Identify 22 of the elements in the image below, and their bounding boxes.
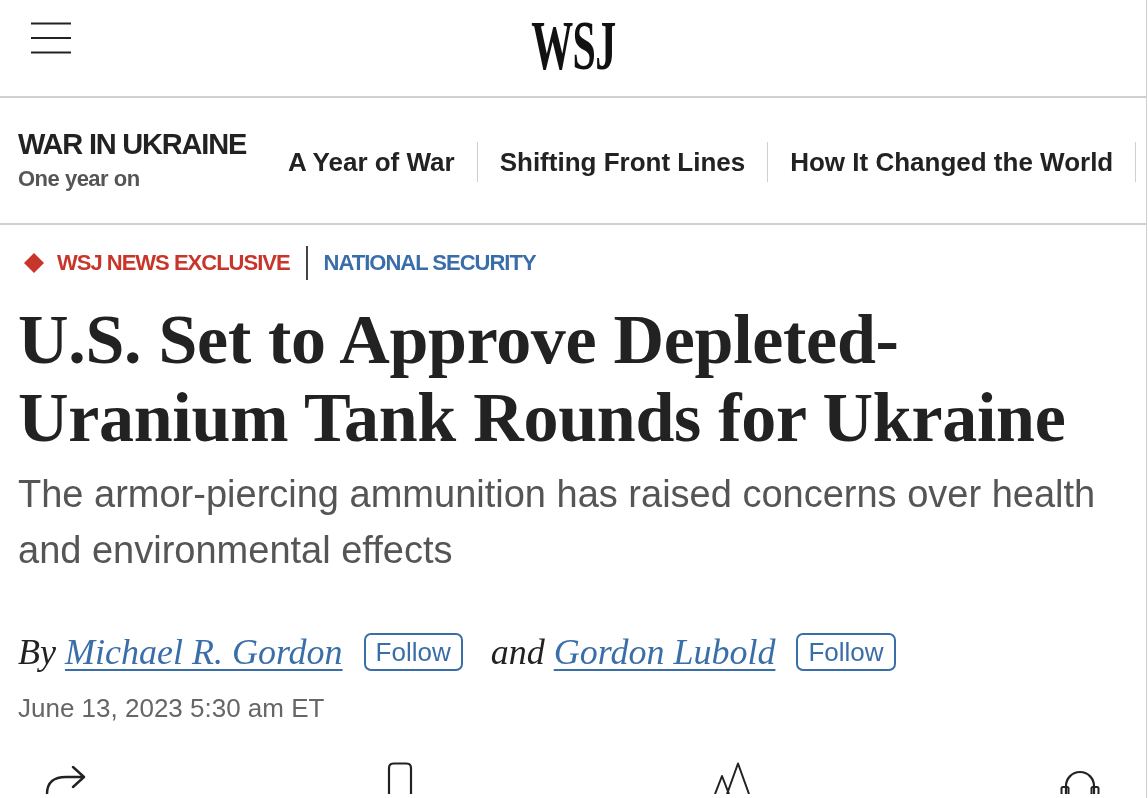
share-icon[interactable]	[44, 764, 88, 794]
bookmark-icon[interactable]	[387, 762, 413, 794]
headline: U.S. Set to Approve Depleted-Uranium Tank Rounds for Ukraine	[18, 301, 1067, 457]
author-link[interactable]: Gordon Lubold	[553, 632, 776, 672]
nav-link[interactable]: Shifting Front Lines	[477, 141, 769, 182]
section-link[interactable]: NATIONAL SECURITY	[323, 248, 536, 278]
nav-link[interactable]: How It Changed the World	[768, 141, 1137, 182]
publish-date: June 13, 2023 5:30 am ET	[18, 692, 325, 724]
byline-text: and	[490, 632, 545, 672]
article-summary: The armor-piercing ammunition has raised concerns over health and environmental effects	[18, 472, 1097, 573]
menu-icon[interactable]	[31, 22, 71, 54]
headphones-icon[interactable]	[1059, 768, 1101, 794]
site-logo[interactable]: WSJ	[530, 16, 616, 76]
diamond-icon	[24, 253, 44, 273]
follow-button[interactable]: Follow	[363, 633, 463, 671]
follow-button[interactable]: Follow	[796, 633, 896, 671]
nav-link[interactable]: A Year of War	[266, 141, 478, 182]
exclusive-label: WSJ NEWS EXCLUSIVE	[57, 249, 290, 277]
author-link[interactable]: Michael R. Gordon	[64, 632, 343, 672]
section-subtitle: One year on	[18, 165, 141, 193]
section-title[interactable]: WAR IN UKRAINE	[18, 128, 266, 160]
byline-text: By	[18, 632, 56, 672]
